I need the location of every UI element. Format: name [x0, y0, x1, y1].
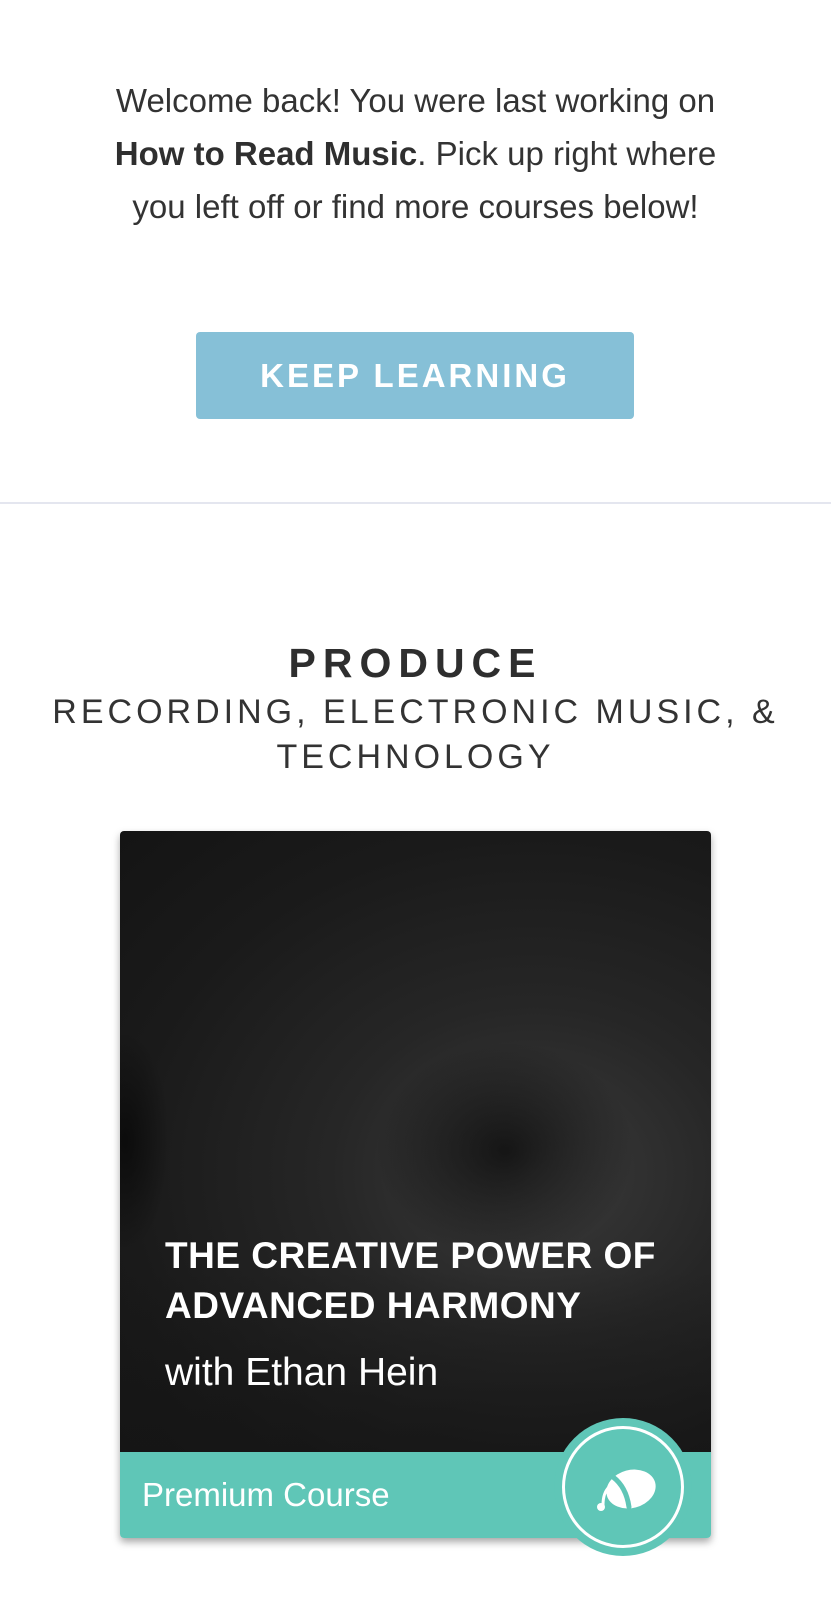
- course-author: with Ethan Hein: [165, 1351, 439, 1394]
- premium-course-label: Premium Course: [142, 1476, 390, 1513]
- category-subtitle: RECORDING, ELECTRONIC MUSIC, & TECHNOLOG…: [52, 693, 779, 776]
- badge-ring: [562, 1426, 684, 1548]
- music-note-logo-icon: [597, 1469, 656, 1511]
- category-title: PRODUCE: [288, 640, 543, 686]
- course-thumbnail: THE CREATIVE POWER OF ADVANCED HARMONY w…: [120, 831, 711, 1452]
- welcome-text-before: Welcome back! You were last working on: [115, 82, 716, 119]
- course-title: THE CREATIVE POWER OF ADVANCED HARMONY: [165, 1235, 656, 1326]
- keep-learning-button[interactable]: KEEP LEARNING: [196, 332, 634, 419]
- welcome-section: Welcome back! You were last working on H…: [0, 0, 831, 504]
- premium-badge: [554, 1418, 692, 1556]
- last-course-link[interactable]: How to Read Music: [115, 135, 418, 172]
- welcome-message: Welcome back! You were last working on H…: [100, 74, 731, 233]
